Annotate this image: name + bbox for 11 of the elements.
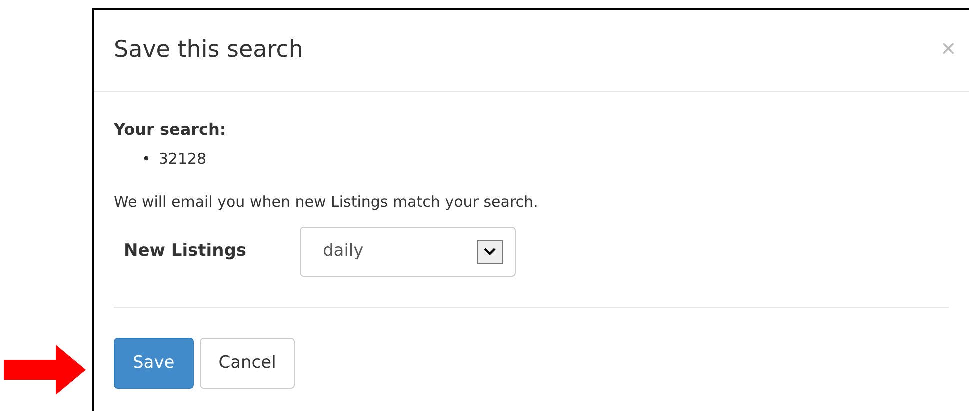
search-label: Your search: — [114, 119, 228, 141]
frequency-dropdown[interactable]: daily — [300, 227, 516, 277]
cancel-button[interactable]: Cancel — [200, 338, 296, 389]
save-button[interactable]: Save — [114, 338, 194, 389]
caret-icon — [477, 240, 503, 264]
frequency-label: New Listings — [124, 240, 248, 264]
search-term: 32128 — [158, 149, 207, 170]
arrow-icon — [4, 345, 86, 395]
bullet: • — [142, 149, 151, 170]
notice-text: We will email you when new Listings match your search. — [114, 192, 540, 212]
dialog-title: Save this search — [114, 36, 304, 64]
